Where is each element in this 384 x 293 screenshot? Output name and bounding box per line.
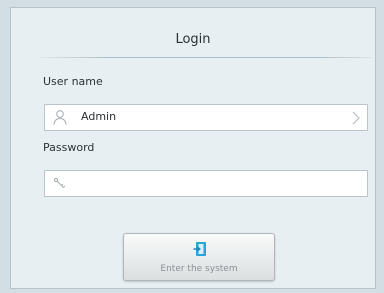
username-label: User name (43, 75, 103, 88)
password-label: Password (43, 141, 95, 154)
user-icon (53, 110, 67, 125)
username-field[interactable]: Admin (44, 104, 368, 131)
enter-system-button[interactable]: Enter the system (123, 233, 275, 281)
username-value: Admin (81, 110, 117, 123)
dialog-title: Login (175, 32, 211, 47)
login-panel: Login User name Admin Password Enter the… (10, 7, 376, 289)
chevron-right-icon[interactable] (351, 110, 361, 126)
door-enter-icon (193, 242, 206, 256)
title-divider (39, 57, 371, 58)
key-icon (53, 177, 66, 188)
enter-system-label: Enter the system (160, 264, 238, 274)
password-field[interactable] (44, 170, 368, 197)
